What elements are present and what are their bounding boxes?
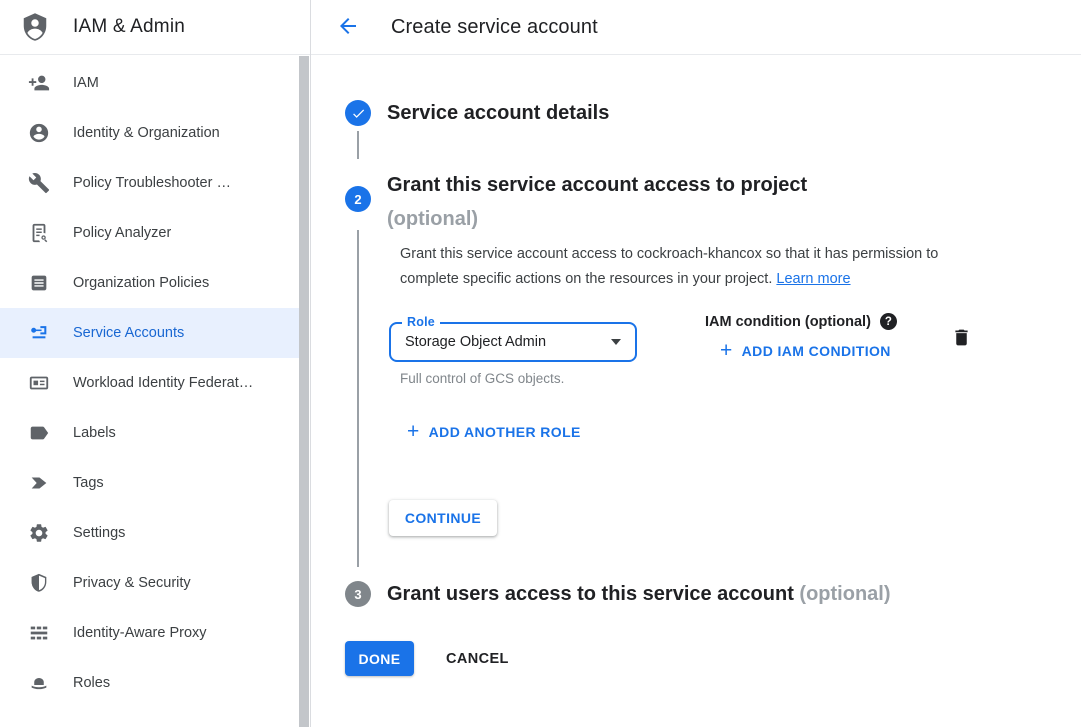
add-iam-condition-button[interactable]: + ADD IAM CONDITION: [720, 342, 891, 360]
step1-completed-check-icon: [345, 100, 371, 126]
add-iam-condition-label: ADD IAM CONDITION: [742, 343, 891, 359]
policy-analyzer-doc-icon: [28, 222, 50, 244]
step2-number-badge: 2: [345, 186, 371, 212]
sidebar-scrollbar: [299, 56, 309, 727]
step2-optional-label: (optional): [387, 202, 807, 236]
sidebar-item-policy-analyzer[interactable]: Policy Analyzer: [0, 208, 299, 258]
main-content: Service account details 2 Grant this ser…: [311, 56, 1081, 727]
back-button[interactable]: [336, 14, 362, 40]
iam-condition-header: IAM condition (optional) ?: [705, 313, 897, 330]
sidebar-item-label: IAM: [73, 75, 99, 91]
step3-number-badge: 3: [345, 581, 371, 607]
cancel-button[interactable]: CANCEL: [442, 641, 513, 676]
sidebar-item-service-accounts[interactable]: Service Accounts: [0, 308, 299, 358]
help-question-icon[interactable]: ?: [880, 313, 897, 330]
sidebar-scrollbar-thumb[interactable]: [299, 56, 309, 727]
tag-arrow-icon: [28, 472, 50, 494]
label-tag-icon: [28, 422, 50, 444]
step3-title-text: Grant users access to this service accou…: [387, 583, 794, 605]
sidebar-item-labels[interactable]: Labels: [0, 408, 299, 458]
sidebar-item-label: Policy Analyzer: [73, 225, 171, 241]
sidebar-item-label: Identity-Aware Proxy: [73, 625, 207, 641]
add-another-role-button[interactable]: + ADD ANOTHER ROLE: [407, 423, 581, 441]
sidebar-item-label: Roles: [73, 675, 110, 691]
step-connector: [357, 230, 359, 567]
chevron-down-icon: [611, 339, 621, 345]
identity-person-circle-icon: [28, 122, 50, 144]
sidebar-item-policy-troubleshooter[interactable]: Policy Troubleshooter …: [0, 158, 299, 208]
sidebar-item-label: Policy Troubleshooter …: [73, 175, 231, 191]
sidebar-item-identity-aware-proxy[interactable]: Identity-Aware Proxy: [0, 608, 299, 658]
step1-title[interactable]: Service account details: [387, 100, 609, 126]
hat-icon: [28, 672, 50, 694]
sidebar-item-identity-organization[interactable]: Identity & Organization: [0, 108, 299, 158]
sidebar-item-label: Organization Policies: [73, 275, 209, 291]
sidebar-item-tags[interactable]: Tags: [0, 458, 299, 508]
sidebar-item-organization-policies[interactable]: Organization Policies: [0, 258, 299, 308]
document-icon: [28, 272, 50, 294]
sidebar-item-privacy-security[interactable]: Privacy & Security: [0, 558, 299, 608]
iam-condition-label: IAM condition (optional): [705, 314, 871, 330]
plus-icon: +: [407, 423, 420, 441]
arrow-back-icon: [336, 14, 360, 41]
learn-more-link[interactable]: Learn more: [776, 271, 850, 287]
role-field-label: Role: [402, 315, 440, 329]
done-button[interactable]: DONE: [345, 641, 414, 676]
person-add-icon: [28, 72, 50, 94]
step2-title-text: Grant this service account access to pro…: [387, 168, 807, 202]
plus-icon: +: [720, 342, 733, 360]
service-account-key-icon: [28, 322, 50, 344]
page-title: Create service account: [391, 16, 598, 39]
sidebar-item-label: Workload Identity Federat…: [73, 375, 253, 391]
iam-shield-person-icon: [20, 12, 50, 42]
sidebar-item-label: Service Accounts: [73, 325, 184, 341]
proxy-stripes-icon: [28, 622, 50, 644]
step-connector: [357, 131, 359, 159]
continue-button[interactable]: CONTINUE: [389, 500, 497, 536]
card-icon: [28, 372, 50, 394]
trash-icon: [951, 336, 972, 351]
sidebar-item-label: Privacy & Security: [73, 575, 191, 591]
role-helper-text: Full control of GCS objects.: [400, 371, 564, 386]
sidebar-item-label: Settings: [73, 525, 125, 541]
sidebar-item-label: Labels: [73, 425, 116, 441]
sidebar-item-label: Tags: [73, 475, 104, 491]
step2-description-text: Grant this service account access to coc…: [400, 246, 938, 287]
page-header: Create service account: [311, 0, 1081, 55]
sidebar-item-label: Identity & Organization: [73, 125, 220, 141]
sidebar-item-iam[interactable]: IAM: [0, 58, 299, 108]
sidebar-nav: IAM Identity & Organization Policy Troub…: [0, 58, 299, 708]
sidebar-header: IAM & Admin: [0, 0, 310, 55]
role-selected-value: Storage Object Admin: [405, 334, 611, 350]
sidebar-item-roles[interactable]: Roles: [0, 658, 299, 708]
step3-title[interactable]: Grant users access to this service accou…: [387, 581, 891, 608]
role-select[interactable]: Role Storage Object Admin: [389, 322, 637, 362]
gear-icon: [28, 522, 50, 544]
step3-optional-label: (optional): [799, 583, 890, 605]
delete-role-button[interactable]: [949, 327, 973, 351]
app-title: IAM & Admin: [73, 16, 185, 38]
sidebar-item-settings[interactable]: Settings: [0, 508, 299, 558]
sidebar-item-workload-identity-federation[interactable]: Workload Identity Federat…: [0, 358, 299, 408]
add-another-role-label: ADD ANOTHER ROLE: [429, 424, 581, 440]
shield-icon: [28, 572, 50, 594]
step2-description: Grant this service account access to coc…: [400, 242, 982, 292]
sidebar: IAM & Admin IAM Identity & Organization …: [0, 0, 311, 727]
step2-title: Grant this service account access to pro…: [387, 168, 807, 236]
wrench-icon: [28, 172, 50, 194]
